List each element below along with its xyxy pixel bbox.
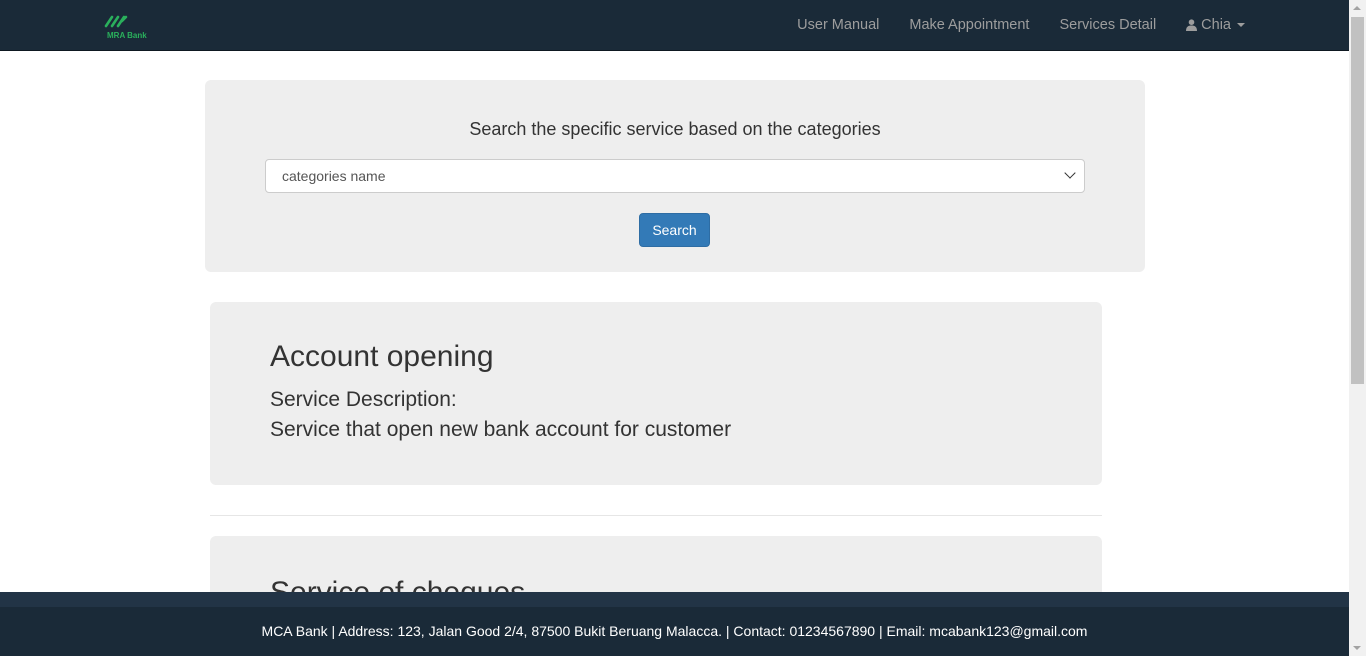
nav-user-manual[interactable]: User Manual: [797, 17, 879, 33]
scroll-up-arrow-icon[interactable]: [1349, 0, 1366, 17]
nav-services-detail[interactable]: Services Detail: [1059, 17, 1156, 33]
search-button[interactable]: Search: [639, 213, 710, 247]
nav-links: User Manual Make Appointment Services De…: [767, 0, 1245, 50]
user-menu-dropdown[interactable]: Chia: [1186, 17, 1245, 33]
scroll-down-arrow-icon[interactable]: [1349, 639, 1366, 656]
caret-down-icon: [1237, 23, 1245, 27]
category-select-value: categories name: [282, 168, 386, 184]
service-description-label: Service Description:: [270, 388, 457, 411]
divider: [210, 515, 1102, 516]
footer-text: MCA Bank | Address: 123, Jalan Good 2/4,…: [261, 623, 1088, 639]
logo-text: MRA Bank: [107, 31, 147, 40]
service-card: Account opening Service Description: Ser…: [210, 302, 1102, 485]
service-description: Service that open new bank account for c…: [270, 418, 732, 441]
search-panel: Search the specific service based on the…: [205, 80, 1145, 272]
footer-band: [0, 592, 1349, 607]
search-heading: Search the specific service based on the…: [469, 119, 881, 139]
category-select[interactable]: categories name: [265, 159, 1085, 193]
user-name: Chia: [1201, 17, 1231, 33]
bank-logo[interactable]: MRA Bank: [104, 14, 152, 42]
top-navbar: MRA Bank User Manual Make Appointment Se…: [0, 0, 1349, 51]
user-icon: [1186, 19, 1198, 31]
footer: MCA Bank | Address: 123, Jalan Good 2/4,…: [0, 592, 1349, 656]
vertical-scrollbar[interactable]: [1349, 0, 1366, 656]
service-title: Account opening: [270, 340, 494, 373]
scrollbar-thumb[interactable]: [1351, 17, 1364, 384]
chevron-down-icon: [1064, 167, 1076, 179]
logo-mark-icon: [104, 15, 128, 28]
nav-make-appointment[interactable]: Make Appointment: [909, 17, 1029, 33]
